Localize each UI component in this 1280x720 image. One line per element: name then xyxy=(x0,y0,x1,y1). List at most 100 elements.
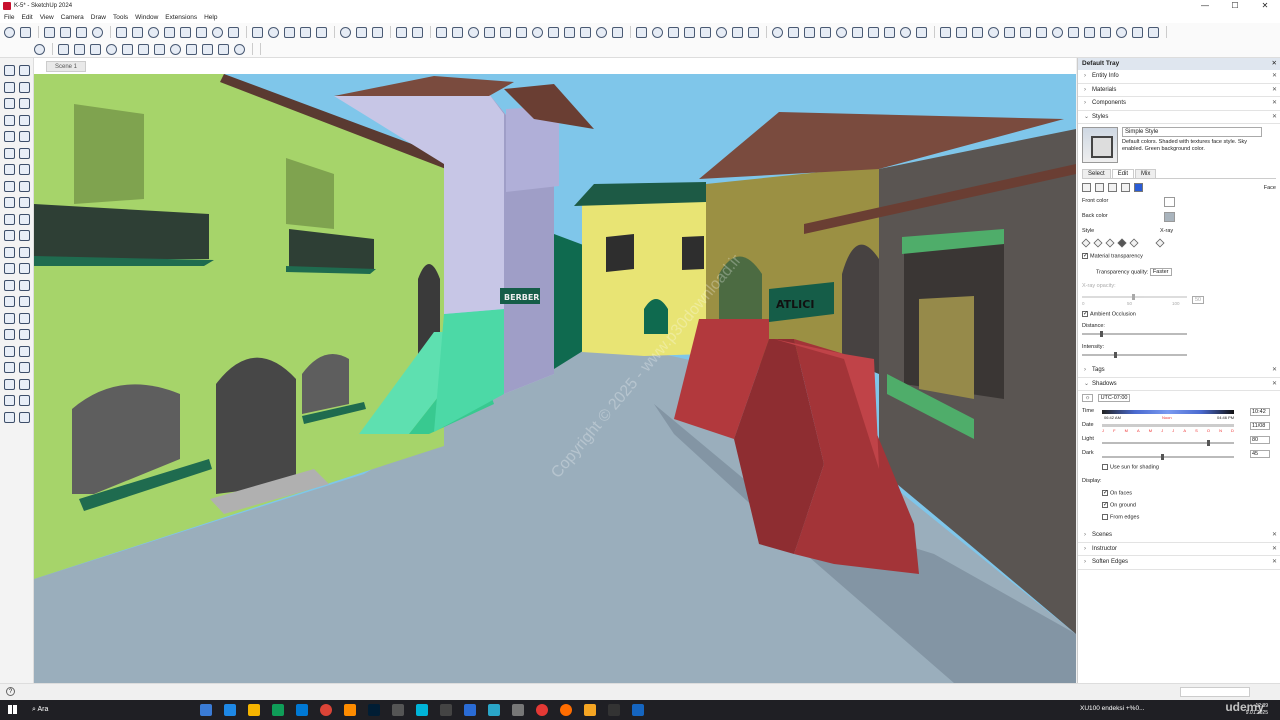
toolbar-tool-icon[interactable] xyxy=(732,26,743,38)
face-settings-icon[interactable] xyxy=(1095,183,1104,192)
toolbar-tool-icon[interactable] xyxy=(988,26,999,38)
close-icon[interactable]: ✕ xyxy=(1272,378,1277,392)
toolbar-tool-icon[interactable] xyxy=(1052,26,1063,38)
taskbar-app-icon[interactable] xyxy=(608,704,620,716)
toolbar-tool-icon[interactable] xyxy=(1148,26,1159,38)
maximize-button[interactable]: ☐ xyxy=(1220,0,1250,12)
toolbar-tool-icon[interactable] xyxy=(668,26,679,38)
toolbar-tool-icon[interactable] xyxy=(20,26,31,38)
toolbar-tool-icon[interactable] xyxy=(916,26,927,38)
menu-help[interactable]: Help xyxy=(204,14,217,21)
toolbar-tool-icon[interactable] xyxy=(284,26,295,38)
toolbar-tool-icon[interactable] xyxy=(772,26,783,38)
close-button[interactable]: ✕ xyxy=(1250,0,1280,12)
palette-tool-icon[interactable] xyxy=(19,395,30,406)
toolbar-tool-icon[interactable] xyxy=(852,26,863,38)
wireframe-style-icon[interactable] xyxy=(1081,238,1091,248)
toolbar-tool-icon[interactable] xyxy=(122,43,133,55)
toolbar-tool-icon[interactable] xyxy=(804,26,815,38)
toolbar-tool-icon[interactable] xyxy=(972,26,983,38)
toolbar-tool-icon[interactable] xyxy=(636,26,647,38)
palette-tool-icon[interactable] xyxy=(19,279,30,291)
toolbar-tool-icon[interactable] xyxy=(868,26,879,38)
taskbar-app-icon[interactable] xyxy=(536,704,548,716)
palette-tool-icon[interactable] xyxy=(4,230,15,241)
toolbar-tool-icon[interactable] xyxy=(1068,26,1079,38)
taskbar-app-icon[interactable] xyxy=(296,704,308,716)
toolbar-tool-icon[interactable] xyxy=(268,26,279,38)
toolbar-tool-icon[interactable] xyxy=(340,26,351,38)
toolbar-tool-icon[interactable] xyxy=(34,43,45,55)
palette-tool-icon[interactable] xyxy=(4,246,15,258)
tab-select[interactable]: Select xyxy=(1082,169,1111,178)
taskbar-app-icon[interactable] xyxy=(248,704,260,716)
toolbar-tool-icon[interactable] xyxy=(170,43,181,55)
taskbar-app-icon[interactable] xyxy=(416,704,428,716)
front-color-swatch[interactable] xyxy=(1164,197,1175,207)
toolbar-tool-icon[interactable] xyxy=(356,26,367,38)
toolbar-tool-icon[interactable] xyxy=(1036,26,1047,38)
palette-tool-icon[interactable] xyxy=(4,81,15,93)
palette-tool-icon[interactable] xyxy=(19,213,30,225)
time-slider[interactable] xyxy=(1102,410,1234,414)
toolbar-tool-icon[interactable] xyxy=(484,26,495,38)
toolbar-tool-icon[interactable] xyxy=(820,26,831,38)
tab-mix[interactable]: Mix xyxy=(1135,169,1157,178)
monochrome-style-icon[interactable] xyxy=(1129,238,1139,248)
toolbar-tool-icon[interactable] xyxy=(164,26,175,38)
tray-section-soften-edges[interactable]: › Soften Edges ✕ xyxy=(1078,556,1280,570)
watermark-settings-icon[interactable] xyxy=(1121,183,1130,192)
taskbar-app-icon[interactable] xyxy=(344,704,356,716)
palette-tool-icon[interactable] xyxy=(19,81,30,93)
palette-tool-icon[interactable] xyxy=(4,312,15,324)
close-icon[interactable]: ✕ xyxy=(1272,111,1277,125)
tray-section-shadows[interactable]: ⌄ Shadows ✕ xyxy=(1078,378,1280,392)
menu-file[interactable]: File xyxy=(4,14,14,21)
toolbar-tool-icon[interactable] xyxy=(716,26,727,38)
toolbar-tool-icon[interactable] xyxy=(884,26,895,38)
dark-input[interactable]: 45 xyxy=(1250,450,1270,458)
menu-camera[interactable]: Camera xyxy=(61,14,84,21)
palette-tool-icon[interactable] xyxy=(19,147,30,159)
menu-draw[interactable]: Draw xyxy=(91,14,106,21)
toolbar-tool-icon[interactable] xyxy=(516,26,527,38)
palette-tool-icon[interactable] xyxy=(19,164,30,175)
taskbar-app-icon[interactable] xyxy=(272,704,284,716)
palette-tool-icon[interactable] xyxy=(4,114,15,126)
toolbar-tool-icon[interactable] xyxy=(396,26,407,38)
toolbar-tool-icon[interactable] xyxy=(412,26,423,38)
toolbar-tool-icon[interactable] xyxy=(564,26,575,38)
toolbar-tool-icon[interactable] xyxy=(532,26,543,38)
toolbar-tool-icon[interactable] xyxy=(234,43,245,55)
toolbar-tool-icon[interactable] xyxy=(148,26,159,38)
distance-slider[interactable] xyxy=(1082,331,1187,337)
taskbar-app-icon[interactable] xyxy=(488,704,500,716)
palette-tool-icon[interactable] xyxy=(19,230,30,241)
toolbar-tool-icon[interactable] xyxy=(748,26,759,38)
toolbar-tool-icon[interactable] xyxy=(60,26,71,38)
palette-tool-icon[interactable] xyxy=(4,362,15,373)
toolbar-tool-icon[interactable] xyxy=(186,43,197,55)
toolbar-tool-icon[interactable] xyxy=(1100,26,1111,38)
minimize-button[interactable]: — xyxy=(1190,0,1220,12)
xray-opacity-slider[interactable] xyxy=(1082,294,1187,300)
menu-tools[interactable]: Tools xyxy=(113,14,128,21)
windows-start-icon[interactable] xyxy=(8,705,17,714)
toolbar-tool-icon[interactable] xyxy=(684,26,695,38)
palette-tool-icon[interactable] xyxy=(4,65,15,76)
toolbar-tool-icon[interactable] xyxy=(218,43,229,55)
toolbar-tool-icon[interactable] xyxy=(1132,26,1143,38)
toolbar-tool-icon[interactable] xyxy=(138,43,149,55)
style-name-input[interactable]: Simple Style xyxy=(1122,127,1262,137)
on-ground-checkbox[interactable] xyxy=(1102,501,1108,508)
toolbar-tool-icon[interactable] xyxy=(436,26,447,38)
toolbar-tool-icon[interactable] xyxy=(180,26,191,38)
tab-edit[interactable]: Edit xyxy=(1111,169,1135,178)
toolbar-tool-icon[interactable] xyxy=(580,26,591,38)
measurements-box[interactable] xyxy=(1180,687,1250,697)
style-thumbnail[interactable] xyxy=(1082,127,1118,163)
toolbar-tool-icon[interactable] xyxy=(1020,26,1031,38)
help-icon[interactable]: ? xyxy=(6,687,15,696)
palette-tool-icon[interactable] xyxy=(19,312,30,324)
tray-section-instructor[interactable]: › Instructor ✕ xyxy=(1078,543,1280,556)
